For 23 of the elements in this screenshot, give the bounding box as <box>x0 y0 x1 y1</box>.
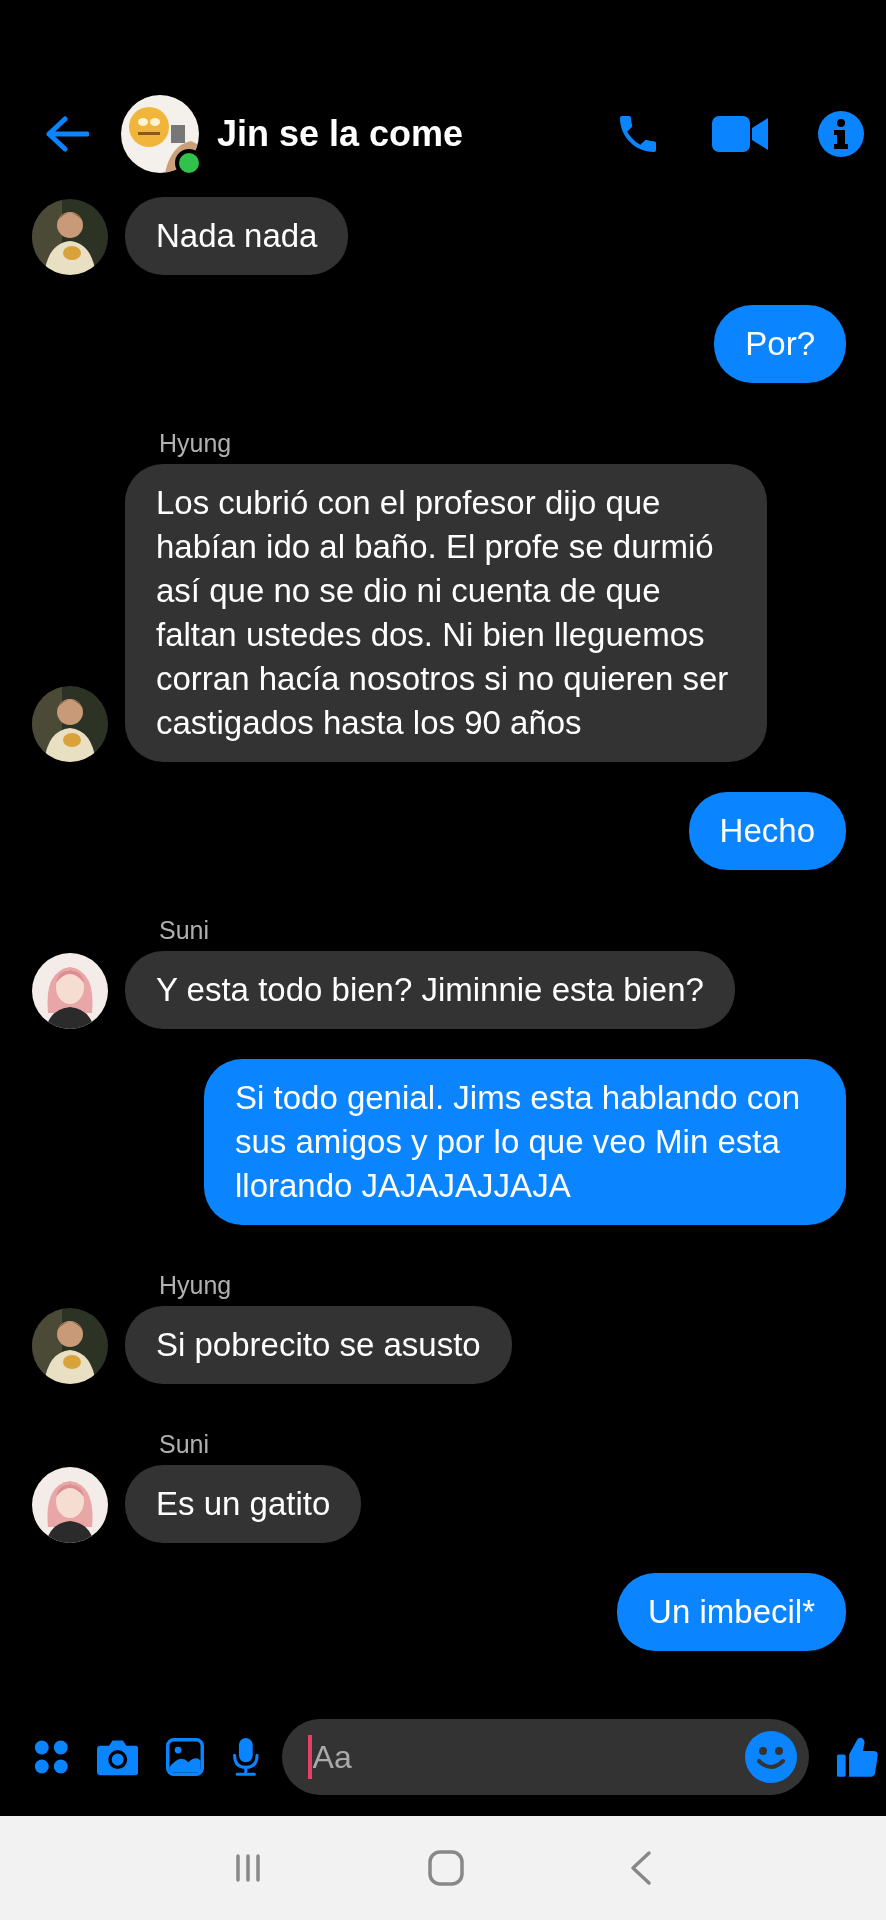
message-bubble: Nada nada <box>125 197 349 275</box>
microphone-icon[interactable] <box>231 1735 260 1779</box>
emoji-icon[interactable] <box>744 1731 797 1783</box>
home-icon[interactable] <box>428 1850 464 1886</box>
sender-name: Hyung <box>159 1271 233 1300</box>
sender-name: Hyung <box>159 429 233 458</box>
message-bubble: Si todo genial. Jims esta hablando con sus amigos y por lo que veo Min esta llorando JAJAJAJJAJA <box>204 1059 846 1225</box>
message-bubble: Es un gatito <box>125 1465 362 1543</box>
sender-name: Suni <box>159 1430 211 1459</box>
back-arrow-icon[interactable] <box>45 116 89 152</box>
chat-title: Jin se la come <box>217 113 464 155</box>
video-camera-icon[interactable] <box>712 114 768 154</box>
message-bubble: Y esta todo bien? Jiminnie esta bien? <box>125 951 735 1029</box>
message-input-field[interactable]: Aa <box>281 1719 809 1795</box>
info-icon[interactable] <box>818 111 864 157</box>
message-bubble: Si pobrecito se asusto <box>125 1306 512 1384</box>
back-icon[interactable] <box>629 1850 654 1886</box>
message-bubble: Los cubrió con el profesor dijo que habían ido al baño. El profe se durmió así que no se dio ni cuenta de que faltan ustedes dos. Ni bien lleguemos corran hacía nosotros si no quieren ser castigados hasta los 90 años <box>125 464 767 762</box>
message-bubble: Un imbecil* <box>617 1573 846 1651</box>
message-bubble: Por? <box>714 305 846 383</box>
message-bubble: Hecho <box>688 792 846 870</box>
image-icon[interactable] <box>165 1735 204 1779</box>
sender-name: Suni <box>159 916 211 945</box>
